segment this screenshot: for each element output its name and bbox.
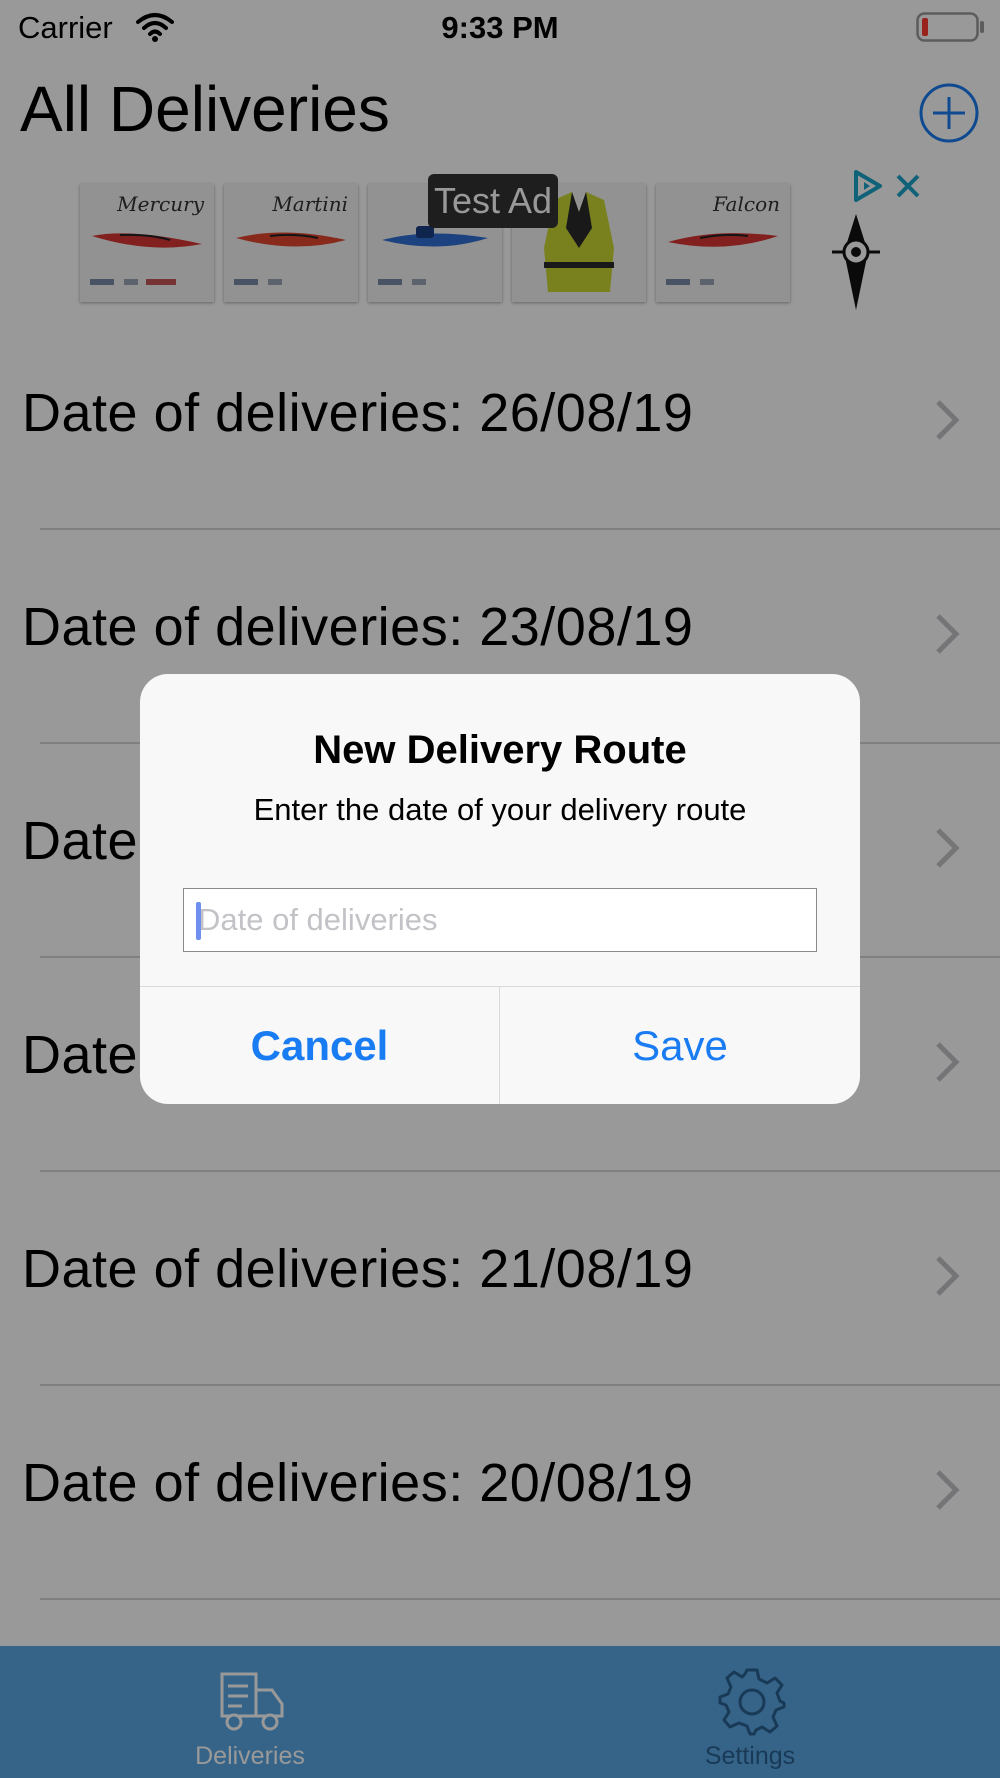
save-button[interactable]: Save (500, 987, 860, 1104)
app-screen: Carrier 9:33 PM All Deliveries Mercury M… (0, 0, 1000, 1778)
alert-title: New Delivery Route (313, 728, 687, 772)
alert-message: Enter the date of your delivery route (253, 792, 747, 827)
date-of-deliveries-input[interactable] (183, 888, 817, 952)
cancel-button[interactable]: Cancel (140, 987, 500, 1104)
new-delivery-alert: New Delivery Route Enter the date of you… (140, 674, 860, 1104)
text-caret (196, 902, 201, 940)
alert-actions: Cancel Save (140, 986, 860, 1104)
